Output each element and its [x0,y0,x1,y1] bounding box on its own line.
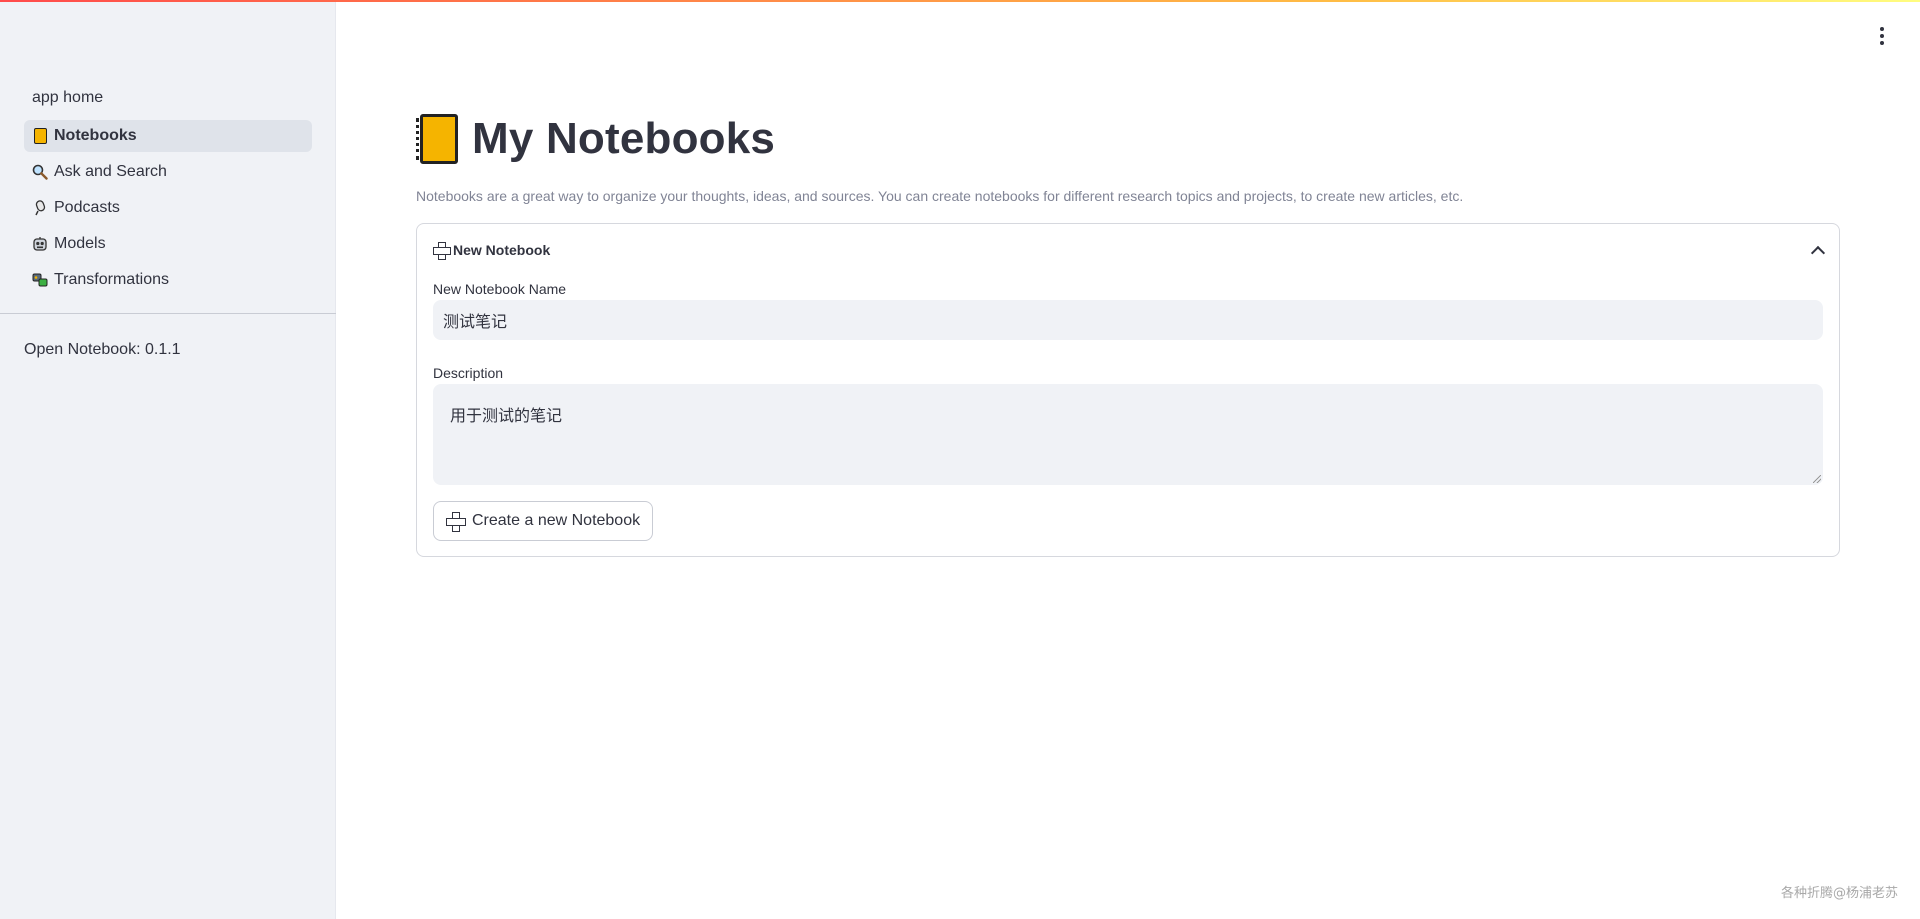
plus-icon [433,242,451,260]
sidebar-item-label: Models [54,235,106,252]
page-description: Notebooks are a great way to organize yo… [416,188,1464,204]
version-label: Open Notebook: 0.1.1 [24,341,181,358]
sidebar-item-label: Transformations [54,271,169,288]
sidebar-item-notebooks[interactable]: Notebooks [24,120,312,152]
kebab-menu-icon[interactable] [1874,25,1890,47]
create-notebook-button[interactable]: Create a new Notebook [433,501,654,541]
sidebar-divider [0,313,336,314]
notebook-name-input[interactable]: 测试笔记 [433,300,1823,340]
sidebar-item-ask-and-search[interactable]: Ask and Search [24,156,312,188]
sidebar-nav: app home Notebooks Ask and Search Podcas… [24,84,312,300]
sidebar-item-app-home[interactable]: app home [24,84,312,112]
top-accent-bar [0,0,1920,2]
resize-grip-icon[interactable] [1813,475,1821,483]
microphone-icon [32,200,48,216]
notebook-name-value: 测试笔记 [443,312,508,331]
page-title-row: My Notebooks [416,114,775,164]
watermark: 各种折腾@杨浦老苏 [1780,886,1898,901]
description-label: Description [433,365,504,381]
notebook-name-label: New Notebook Name [433,281,567,297]
new-notebook-expander: New Notebook New Notebook Name 测试笔记 Desc… [416,223,1840,557]
magnifier-icon [32,164,48,180]
sidebar: app home Notebooks Ask and Search Podcas… [0,0,336,919]
transform-icon [32,272,48,288]
description-textarea[interactable]: 用于测试的笔记 [433,384,1823,485]
description-value: 用于测试的笔记 [450,406,563,425]
robot-face-icon [32,236,48,252]
sidebar-item-label: Ask and Search [54,163,167,180]
page-title: My Notebooks [472,114,776,163]
expander-title: New Notebook [453,242,551,258]
notebook-icon [416,114,458,164]
notebook-icon [32,128,48,144]
create-notebook-button-label: Create a new Notebook [472,512,641,529]
sidebar-item-models[interactable]: Models [24,228,312,260]
expander-header[interactable]: New Notebook [433,238,1826,262]
sidebar-item-podcasts[interactable]: Podcasts [24,192,312,224]
sidebar-item-label: Podcasts [54,199,120,216]
sidebar-item-transformations[interactable]: Transformations [24,264,312,296]
chevron-up-icon[interactable] [1810,245,1826,261]
sidebar-item-label: Notebooks [54,127,137,144]
plus-icon [446,512,466,532]
